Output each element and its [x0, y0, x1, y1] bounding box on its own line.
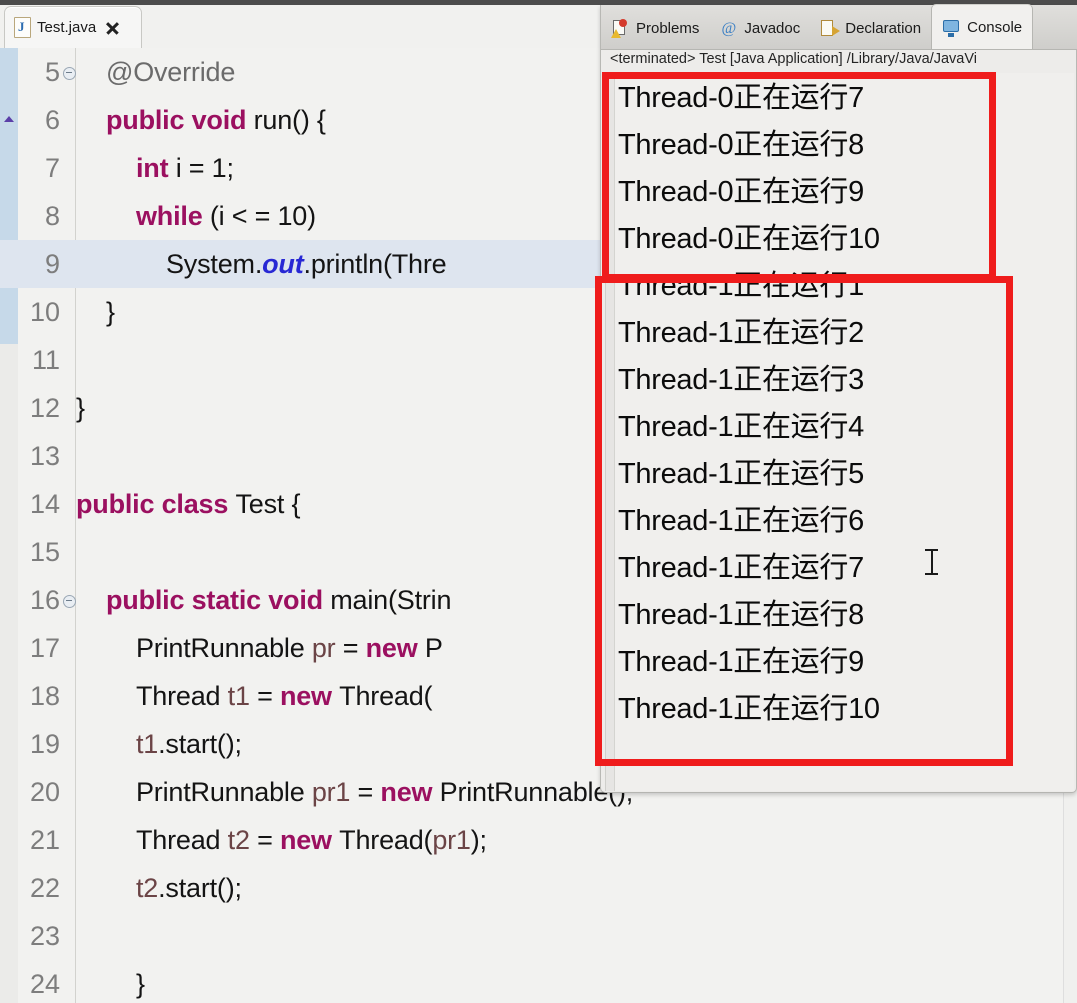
editor-tab-test-java[interactable]: J Test.java [4, 6, 142, 48]
code-line[interactable]: 24} [0, 960, 1077, 1003]
console-icon [942, 18, 961, 37]
line-number: 5 [44, 56, 60, 87]
code-line[interactable]: 23 [0, 912, 1077, 960]
line-number: 20 [29, 776, 60, 807]
line-number: 6 [44, 104, 60, 135]
console-output-line: Thread-0正在运行9 [618, 176, 864, 208]
problems-icon [611, 18, 630, 38]
code-text: } [106, 296, 115, 327]
view-tab-bar: Problems @ Javadoc Declaration Console [601, 4, 1077, 50]
line-number: 21 [29, 824, 60, 855]
line-number: 23 [29, 920, 60, 951]
console-output-line: Thread-1正在运行1 [618, 270, 864, 302]
code-text: while (i < = 10) [136, 200, 316, 231]
console-output-line: Thread-1正在运行3 [618, 364, 864, 396]
java-file-icon: J [14, 17, 31, 38]
line-number: 11 [31, 344, 60, 375]
code-text: PrintRunnable pr = new P [136, 632, 443, 663]
console-output-line: Thread-1正在运行4 [618, 411, 864, 443]
console-output-line: Thread-0正在运行7 [618, 82, 864, 114]
console-output-line: Thread-1正在运行5 [618, 458, 864, 490]
line-number: 10 [29, 296, 60, 327]
eclipse-ide-window: 5 @Override 6 public void run() { 7 int i = 1… [0, 0, 1077, 1003]
line-number: 12 [29, 392, 60, 423]
console-output-line: Thread-0正在运行10 [618, 223, 880, 255]
console-output-line: Thread-1正在运行6 [618, 505, 864, 537]
code-text: int i = 1; [136, 152, 234, 183]
code-text: t1.start(); [136, 728, 242, 759]
console-output-area[interactable]: Thread-0正在运行7 Thread-0正在运行8 Thread-0正在运行9 T… [605, 73, 1074, 791]
console-left-scrollbar[interactable] [606, 73, 615, 791]
tab-declaration-label: Declaration [845, 19, 922, 37]
code-text: Thread t2 = new Thread(pr1); [136, 824, 487, 855]
code-line[interactable]: 22 t2.start(); [0, 864, 1077, 912]
code-line[interactable]: 21 Thread t2 = new Thread(pr1); [0, 816, 1077, 864]
code-text: System.out.println(Thre [166, 248, 447, 279]
console-output-line: Thread-1正在运行10 [618, 693, 880, 725]
close-icon[interactable] [104, 20, 120, 36]
javadoc-icon: @ [721, 19, 737, 37]
tab-console-label: Console [967, 18, 1023, 36]
console-output-line: Thread-1正在运行2 [618, 317, 864, 349]
line-number: 24 [29, 968, 60, 999]
tab-problems-label: Problems [636, 19, 700, 37]
console-output-lines: Thread-0正在运行7 Thread-0正在运行8 Thread-0正在运行9 T… [618, 75, 1068, 733]
line-number: 16 [29, 584, 60, 615]
line-number: 13 [29, 440, 60, 471]
line-number: 19 [29, 728, 60, 759]
tab-declaration[interactable]: Declaration [810, 7, 931, 49]
console-view-panel: Problems @ Javadoc Declaration Console <… [600, 4, 1077, 793]
code-text: } [76, 392, 85, 423]
tab-problems[interactable]: Problems [601, 7, 709, 49]
code-text: PrintRunnable pr1 = new PrintRunnable(); [136, 776, 634, 807]
line-number: 8 [44, 200, 60, 231]
line-number: 15 [29, 536, 60, 567]
tab-console[interactable]: Console [931, 4, 1034, 49]
console-output-line: Thread-1正在运行7 [618, 552, 864, 584]
fold-collapse-icon[interactable] [62, 48, 76, 96]
line-number: 7 [44, 152, 60, 183]
line-number: 18 [29, 680, 60, 711]
console-output-line: Thread-0正在运行8 [618, 129, 864, 161]
code-text: Thread t1 = new Thread( [136, 680, 433, 711]
editor-tab-label: Test.java [37, 19, 97, 36]
line-number: 17 [29, 632, 60, 663]
declaration-icon [820, 19, 841, 38]
launch-config-label: <terminated> Test [Java Application] /Li… [610, 51, 978, 67]
line-number: 9 [44, 248, 60, 279]
tab-javadoc-label: Javadoc [744, 19, 801, 37]
code-text: @Override [106, 56, 236, 87]
code-text: } [136, 968, 145, 999]
line-number: 14 [29, 488, 60, 519]
code-text: public static void main(Strin [106, 584, 452, 615]
fold-collapse-icon[interactable] [62, 576, 76, 624]
text-cursor-icon [925, 548, 938, 576]
code-text: t2.start(); [136, 872, 242, 903]
code-text: public void run() { [106, 104, 326, 135]
console-output-line: Thread-1正在运行9 [618, 646, 864, 678]
code-text: public class Test { [76, 488, 301, 519]
tab-javadoc[interactable]: @ Javadoc [709, 7, 810, 49]
console-output-line: Thread-1正在运行8 [618, 599, 864, 631]
line-number: 22 [29, 872, 60, 903]
